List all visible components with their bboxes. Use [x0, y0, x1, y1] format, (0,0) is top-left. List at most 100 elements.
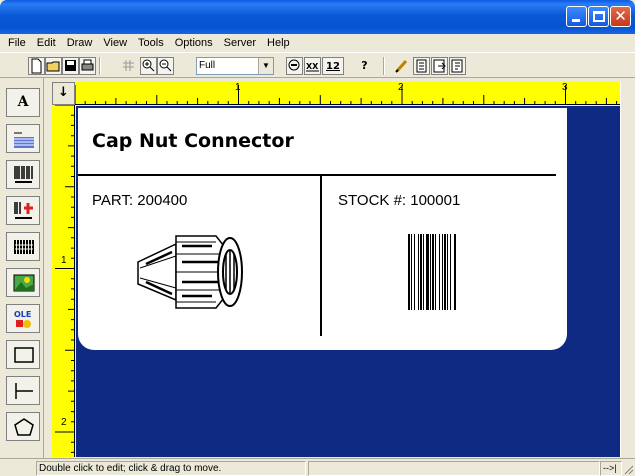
- barcode-bar: [447, 234, 448, 310]
- zoom-in-icon: [142, 59, 155, 72]
- pen-icon: [395, 59, 408, 73]
- zoom-select[interactable]: Full ▼: [196, 57, 274, 75]
- text-tool-icon: A: [17, 94, 29, 110]
- help-button[interactable]: ?: [356, 57, 373, 75]
- export-button[interactable]: [449, 57, 466, 75]
- status-pane-middle: [308, 461, 600, 476]
- barcode-bar: [454, 234, 456, 310]
- minimize-button[interactable]: [566, 6, 587, 27]
- help-icon: ?: [361, 59, 368, 72]
- xx-icon: XX: [306, 62, 319, 72]
- save-button[interactable]: [62, 57, 79, 75]
- text-tool-button[interactable]: A: [6, 88, 40, 117]
- line-tool-button[interactable]: [6, 376, 40, 405]
- polygon-tool-button[interactable]: [6, 412, 40, 441]
- close-button[interactable]: ✕: [610, 6, 631, 27]
- barcode-2d-tool-button[interactable]: [6, 196, 40, 225]
- ole-icon: OLE: [14, 310, 31, 328]
- ruler-mark-1: 1: [235, 82, 241, 93]
- grid-button[interactable]: [120, 57, 137, 75]
- part-number-text[interactable]: PART: 200400: [92, 192, 187, 209]
- barcode-bar: [432, 234, 434, 310]
- menu-draw[interactable]: Draw: [62, 37, 99, 49]
- font-size-button[interactable]: 12: [322, 57, 344, 75]
- image-icon: [13, 274, 35, 292]
- barcode-icon: [288, 59, 300, 71]
- status-bar: Double click to edit; click & drag to mo…: [0, 458, 635, 476]
- ruler-mark-left-1: 1: [61, 255, 67, 266]
- menu-view[interactable]: View: [98, 37, 133, 49]
- vertical-rule[interactable]: [320, 176, 322, 336]
- rectangle-icon: [14, 347, 34, 363]
- pdf417-tool-button[interactable]: [6, 232, 40, 261]
- zoom-in-button[interactable]: [140, 57, 157, 75]
- pen-button[interactable]: [393, 57, 410, 75]
- vertical-scrollbar[interactable]: [620, 82, 635, 457]
- close-icon: ✕: [614, 7, 627, 25]
- toolbar-separator: [99, 57, 101, 75]
- barcode-tool-button[interactable]: [286, 57, 303, 75]
- cap-nut-image[interactable]: [132, 232, 248, 312]
- stock-number-text[interactable]: STOCK #: 100001: [338, 192, 460, 209]
- ruler-ticks: [55, 105, 75, 453]
- label-title[interactable]: Cap Nut Connector: [92, 130, 294, 152]
- xx-button[interactable]: XX: [304, 57, 321, 75]
- menu-bar: File Edit Draw View Tools Options Server…: [0, 34, 635, 52]
- svg-text:OLE: OLE: [14, 310, 31, 319]
- print-button[interactable]: [79, 57, 96, 75]
- paragraph-icon: [14, 132, 34, 148]
- svg-text:XX: XX: [306, 62, 319, 71]
- maximize-button[interactable]: [588, 6, 609, 27]
- open-button[interactable]: [45, 57, 62, 75]
- paragraph-tool-button[interactable]: [6, 124, 40, 153]
- toolbar: Full ▼ XX 12 ?: [0, 52, 635, 78]
- barcode-bar: [450, 234, 451, 310]
- rectangle-tool-button[interactable]: [6, 340, 40, 369]
- barcode-bar: [430, 234, 431, 310]
- image-tool-button[interactable]: [6, 268, 40, 297]
- menu-edit[interactable]: Edit: [32, 37, 62, 49]
- ruler-mark-left-2: 2: [61, 417, 67, 428]
- label-card[interactable]: Cap Nut Connector PART: 200400 STOCK #: …: [78, 108, 567, 350]
- resize-grip-icon[interactable]: [622, 463, 634, 475]
- import-button[interactable]: [431, 57, 448, 75]
- pdf417-icon: [14, 240, 34, 254]
- new-document-icon: [31, 58, 42, 74]
- ruler-ticks: [75, 85, 618, 105]
- barcode-bar: [423, 234, 424, 310]
- ole-tool-button[interactable]: OLE: [6, 304, 40, 333]
- barcode-bar: [408, 234, 410, 310]
- ruler-mark-2: 2: [398, 82, 404, 93]
- minimize-icon: [572, 19, 580, 22]
- new-button[interactable]: [28, 57, 45, 75]
- zoom-out-button[interactable]: [157, 57, 174, 75]
- vertical-ruler[interactable]: 1 2: [52, 105, 75, 457]
- title-bar: ✕: [0, 0, 635, 34]
- barcode-image[interactable]: [406, 232, 468, 312]
- menu-options[interactable]: Options: [170, 37, 219, 49]
- tool-palette: A OLE: [0, 78, 44, 458]
- menu-tools[interactable]: Tools: [133, 37, 170, 49]
- menu-help[interactable]: Help: [262, 37, 296, 49]
- status-message: Double click to edit; click & drag to mo…: [36, 461, 306, 476]
- design-canvas[interactable]: Cap Nut Connector PART: 200400 STOCK #: …: [76, 106, 620, 457]
- barcode-bar: [426, 234, 429, 310]
- export-icon: [451, 59, 463, 73]
- save-icon: [65, 60, 76, 71]
- import-icon: [433, 59, 446, 73]
- ruler-corner-button[interactable]: ↓: [52, 82, 75, 105]
- horizontal-ruler[interactable]: 1 2 3: [75, 82, 620, 105]
- barcode-bar: [435, 234, 436, 310]
- horizontal-rule[interactable]: [78, 174, 556, 176]
- barcode-1d-tool-button[interactable]: [6, 160, 40, 189]
- maximize-icon: [593, 11, 605, 22]
- barcode-bar: [411, 234, 412, 310]
- barcode-bar: [442, 234, 443, 310]
- ruler-mark-3: 3: [562, 82, 568, 93]
- menu-server[interactable]: Server: [219, 37, 262, 49]
- printer-setup-button[interactable]: [413, 57, 430, 75]
- menu-file[interactable]: File: [3, 37, 32, 49]
- font-size-label: 12: [326, 61, 340, 72]
- polygon-icon: [14, 418, 34, 436]
- barcode-bar: [439, 234, 440, 310]
